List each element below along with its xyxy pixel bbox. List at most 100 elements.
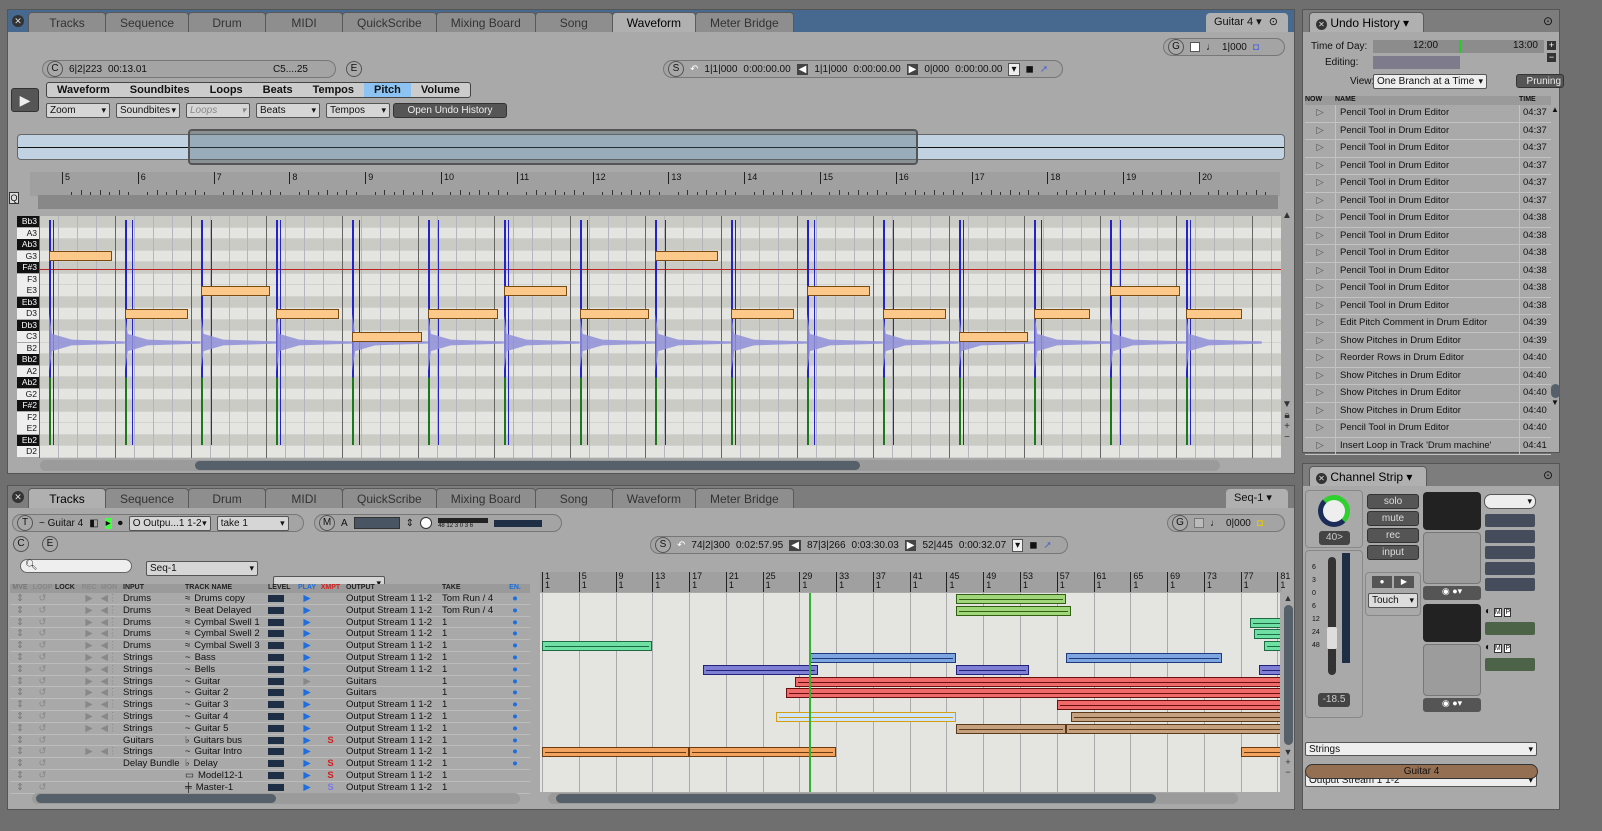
- track-input[interactable]: Drums: [120, 605, 182, 616]
- pitch-note[interactable]: [655, 251, 719, 261]
- track-row[interactable]: ⇕ ↺ ▶ ◀⋮ Strings ~ Guitar 4 ▶ Output Stream 1 1-…: [10, 711, 530, 723]
- record-enable-icon[interactable]: ▶: [80, 746, 98, 757]
- lock-cell[interactable]: [55, 770, 80, 781]
- zoom-in-icon[interactable]: +: [1282, 757, 1294, 767]
- track-input[interactable]: Delay Bundle: [120, 758, 182, 769]
- send-slot[interactable]: [1485, 514, 1535, 527]
- dropdown-icon[interactable]: ▾: [1008, 62, 1020, 76]
- monitor-icon[interactable]: ◀⋮: [98, 711, 120, 722]
- dropdown-soundbites[interactable]: Soundbites: [116, 103, 180, 118]
- enable-dot-icon[interactable]: [508, 782, 522, 793]
- pitch-note[interactable]: [124, 308, 188, 319]
- level-cell[interactable]: [268, 676, 296, 687]
- track-take[interactable]: 1: [440, 687, 508, 698]
- loop-icon[interactable]: ↺: [30, 746, 55, 757]
- grid-checkbox[interactable]: [1194, 518, 1204, 528]
- monitor-icon[interactable]: [98, 770, 120, 781]
- pitch-key[interactable]: Ab3: [17, 239, 39, 250]
- track-name[interactable]: ~ Guitar 5: [182, 723, 268, 734]
- play-enable-icon[interactable]: ▶: [296, 640, 318, 651]
- track-take[interactable]: 1: [440, 664, 508, 675]
- sel-len-mbt[interactable]: 52|445: [922, 540, 952, 551]
- column-header[interactable]: OUTPUT: [343, 584, 440, 593]
- left-hscroll-thumb[interactable]: [36, 794, 276, 803]
- lock-icon[interactable]: 🔒︎: [1281, 410, 1293, 421]
- time-cursor[interactable]: [1459, 40, 1461, 53]
- undo-history-row[interactable]: ▷ Show Pitches in Drum Editor 04:40: [1305, 402, 1551, 420]
- track-clip[interactable]: [955, 605, 1071, 616]
- selection-s-button[interactable]: S: [668, 61, 684, 77]
- lock-cell[interactable]: [55, 640, 80, 651]
- pitch-note[interactable]: [1034, 308, 1091, 319]
- cursor-icon[interactable]: ➚: [1040, 64, 1048, 75]
- lock-cell[interactable]: [55, 746, 80, 757]
- loop-icon[interactable]: ↺: [30, 782, 55, 793]
- tab-song[interactable]: Song: [534, 488, 613, 508]
- mode-tab-loops[interactable]: Loops: [200, 83, 253, 97]
- xmpt-solo-icon[interactable]: S: [318, 735, 343, 746]
- track-output[interactable]: Output Stream 1 1-2: [343, 699, 440, 710]
- loop-icon[interactable]: ↺: [30, 605, 55, 616]
- pitch-note[interactable]: [731, 308, 794, 319]
- play-automation-icon[interactable]: ▶: [1394, 576, 1414, 588]
- track-output[interactable]: Output Stream 1 1-2: [343, 735, 440, 746]
- track-take[interactable]: 1: [440, 711, 508, 722]
- track-take[interactable]: Tom Run / 4: [440, 593, 508, 604]
- track-take[interactable]: 1: [440, 640, 508, 651]
- track-take[interactable]: 1: [440, 746, 508, 757]
- enable-dot-icon[interactable]: ●: [508, 593, 522, 604]
- track-input[interactable]: Strings: [120, 723, 182, 734]
- track-row[interactable]: ⇕ ↺ ▶ ◀⋮ Drums ≈ Drums copy ▶ Output Stream 1 1-…: [10, 593, 530, 605]
- record-enable-icon[interactable]: ▶: [80, 605, 98, 616]
- selection-s-button[interactable]: S: [655, 537, 671, 553]
- level-cell[interactable]: [268, 699, 296, 710]
- enable-dot-icon[interactable]: [508, 770, 522, 781]
- sel-start-time[interactable]: 0:00:00.00: [743, 64, 790, 75]
- track-take[interactable]: 1: [440, 770, 508, 781]
- now-marker-icon[interactable]: ▷: [1305, 280, 1335, 297]
- track-row[interactable]: ⇕ ↺ ▶ ◀⋮ Strings ~ Guitar 5 ▶ Output Stream 1 1-…: [10, 723, 530, 735]
- track-name[interactable]: ▭ Model12-1: [182, 770, 268, 781]
- xmpt-solo-icon[interactable]: [318, 652, 343, 663]
- loop-icon[interactable]: ↺: [30, 711, 55, 722]
- send-slot[interactable]: [1485, 578, 1535, 591]
- loop-icon[interactable]: ↺: [30, 735, 55, 746]
- sel-end-time[interactable]: 0:03:30.03: [852, 540, 899, 551]
- loop-icon[interactable]: ↺: [30, 699, 55, 710]
- close-icon[interactable]: ✕: [1316, 19, 1327, 30]
- track-name[interactable]: ≈ Cymbal Swell 3: [182, 640, 268, 651]
- tracks-timeline[interactable]: [540, 593, 1280, 792]
- column-header[interactable]: LOCK: [55, 584, 80, 593]
- insert-slot-3[interactable]: [1423, 604, 1481, 642]
- now-marker-icon[interactable]: ▷: [1305, 420, 1335, 437]
- time-of-day-bar[interactable]: 12:00 13:00: [1373, 40, 1544, 53]
- track-row[interactable]: ⇕ ↺ ╪ Master-1 ▶ S Output Stream 1 1-2 1: [10, 782, 530, 794]
- xmpt-solo-icon[interactable]: [318, 699, 343, 710]
- move-handle-icon[interactable]: ⇕: [10, 676, 30, 687]
- loop-icon[interactable]: ↺: [30, 723, 55, 734]
- level-cell[interactable]: [268, 746, 296, 757]
- move-handle-icon[interactable]: ⇕: [10, 605, 30, 616]
- zoom-plus-icon[interactable]: +: [1547, 41, 1556, 50]
- overview-strip[interactable]: [17, 129, 1285, 165]
- enable-dot-icon[interactable]: ●: [508, 605, 522, 616]
- pitch-key[interactable]: Ab2: [17, 377, 39, 388]
- pitch-key[interactable]: D2: [17, 446, 39, 457]
- track-clip[interactable]: [1249, 617, 1280, 628]
- column-header[interactable]: INPUT: [120, 584, 182, 593]
- take-select[interactable]: take 1: [216, 515, 289, 531]
- lock-cell[interactable]: [55, 723, 80, 734]
- track-row[interactable]: ⇕ ↺ ▶ ◀⋮ Strings ~ Guitar 2 ▶ Guitars 1 ●: [10, 687, 530, 700]
- pitch-key[interactable]: Eb2: [17, 434, 39, 446]
- column-header[interactable]: TRACK NAME: [182, 584, 268, 593]
- record-enable-icon[interactable]: ▶: [80, 640, 98, 651]
- insert-controls-2[interactable]: ◉ ●▾: [1423, 698, 1481, 712]
- move-handle-icon[interactable]: ⇕: [10, 652, 30, 663]
- monitor-icon[interactable]: ◀⋮: [98, 664, 120, 675]
- bottom-hscrollbar[interactable]: [548, 793, 1238, 804]
- enable-dot-icon[interactable]: ●: [508, 676, 522, 687]
- enable-dot-icon[interactable]: ●: [508, 640, 522, 651]
- send-select[interactable]: [1484, 494, 1536, 509]
- xmpt-solo-icon[interactable]: [318, 640, 343, 651]
- now-marker-icon[interactable]: ▷: [1305, 298, 1335, 315]
